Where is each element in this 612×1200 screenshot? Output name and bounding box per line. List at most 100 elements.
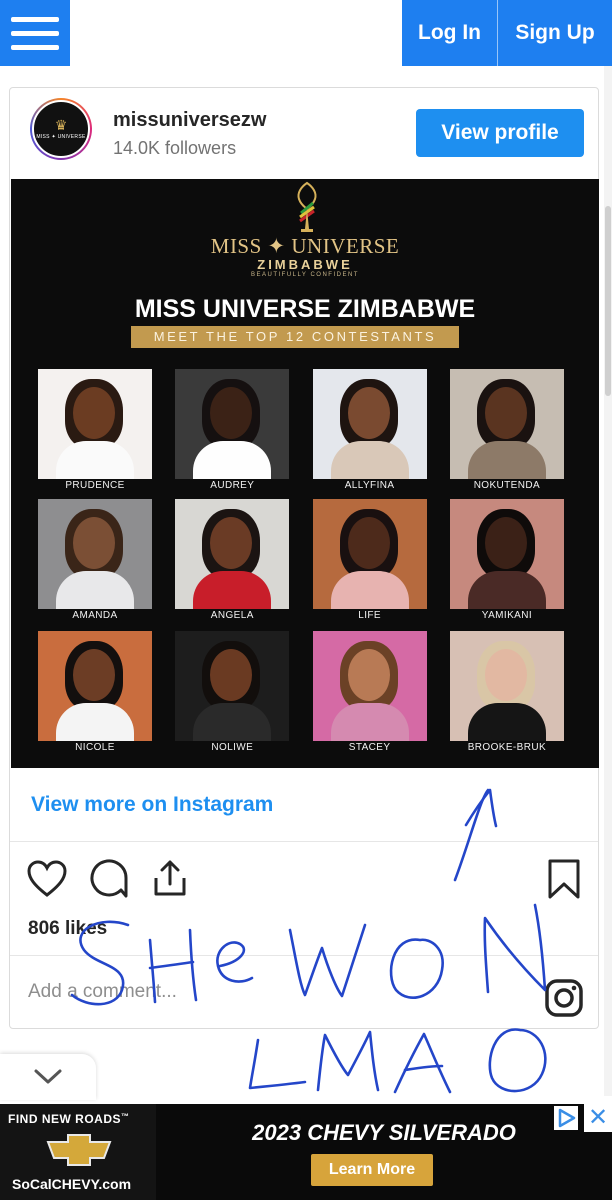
contestant-photo	[312, 499, 427, 609]
ad-brand-panel: FIND NEW ROADS™ SoCalCHEVY.com	[0, 1104, 156, 1200]
logo-tagline: BEAUTIFULLY CONFIDENT	[251, 272, 359, 278]
contestant-photo	[38, 369, 152, 479]
collapse-ad-tab[interactable]	[0, 1054, 96, 1100]
contestant-photo	[449, 369, 564, 479]
photo-body	[330, 441, 409, 479]
avatar-mini-text: MISS ✦ UNIVERSE	[36, 134, 86, 140]
hamburger-line	[11, 30, 59, 36]
contestant-photo	[175, 499, 290, 609]
contestant-card: YAMIKANI	[449, 499, 564, 629]
contestant-card: PRUDENCE	[38, 369, 152, 499]
post-image[interactable]: MISS ✦ UNIVERSE ZIMBABWE BEAUTIFULLY CON…	[11, 179, 599, 768]
page-scrollbar[interactable]	[604, 66, 612, 1096]
login-button[interactable]: Log In	[402, 0, 498, 66]
contestant-photo	[312, 631, 427, 741]
contestant-name: PRUDENCE	[65, 480, 125, 491]
photo-face	[347, 517, 390, 569]
contestant-name: ANGELA	[210, 610, 254, 621]
contestant-card: AMANDA	[38, 499, 152, 629]
signup-button[interactable]: Sign Up	[498, 0, 612, 66]
contestant-photo	[175, 369, 290, 479]
view-profile-button[interactable]: View profile	[416, 109, 584, 157]
contestant-name: AMANDA	[72, 610, 118, 621]
contestant-name: ALLYFINA	[344, 480, 395, 491]
contestant-card: BROOKE-BRUK	[449, 631, 564, 761]
photo-body	[56, 571, 134, 609]
contestant-photo	[38, 499, 152, 609]
photo-body	[330, 703, 409, 741]
photo-face	[484, 387, 527, 439]
contestant-name: LIFE	[358, 610, 381, 621]
ad-banner[interactable]: FIND NEW ROADS™ SoCalCHEVY.com 2023 CHEV…	[0, 1104, 612, 1200]
heart-icon[interactable]	[26, 859, 68, 899]
miss-universe-logo-icon	[297, 181, 317, 232]
profile-username[interactable]: missuniversezw	[113, 109, 266, 132]
hamburger-line	[11, 44, 59, 50]
ad-tagline: FIND NEW ROADS™	[8, 1112, 130, 1126]
chevrolet-bowtie-logo	[46, 1134, 112, 1166]
view-more-link[interactable]: View more on Instagram	[31, 793, 273, 817]
comment-input[interactable]: Add a comment...	[28, 981, 177, 1003]
logo-wordmark: MISS ✦ UNIVERSE	[210, 234, 400, 258]
auth-buttons: Log In Sign Up	[402, 0, 612, 66]
adchoices-icon[interactable]	[554, 1106, 578, 1130]
contestant-card: ANGELA	[175, 499, 290, 629]
contestant-card: NICOLE	[38, 631, 152, 761]
contestant-photo	[38, 631, 152, 741]
contestant-name: NICOLE	[75, 742, 115, 753]
photo-body	[193, 571, 272, 609]
top-bar: Log In Sign Up	[0, 0, 612, 66]
ad-learn-more-button[interactable]: Learn More	[311, 1154, 433, 1186]
share-icon[interactable]	[150, 858, 190, 898]
hamburger-menu-icon	[11, 16, 59, 22]
post-subtitle-banner: MEET THE TOP 12 CONTESTANTS	[131, 326, 459, 348]
contestant-photo	[449, 631, 564, 741]
contestant-card: NOKUTENDA	[449, 369, 564, 499]
instagram-embed: ♛ MISS ✦ UNIVERSE missuniversezw 14.0K f…	[9, 87, 599, 1029]
logo-country: ZIMBABWE	[257, 257, 353, 272]
contestant-card: NOLIWE	[175, 631, 290, 761]
photo-face	[210, 649, 253, 701]
photo-body	[330, 571, 409, 609]
ad-website: SoCalCHEVY.com	[12, 1176, 132, 1192]
hamburger-menu-button[interactable]	[0, 0, 70, 66]
photo-face	[484, 517, 527, 569]
photo-face	[210, 387, 253, 439]
photo-face	[73, 517, 115, 569]
contestant-card: ALLYFINA	[312, 369, 427, 499]
ad-tagline-text: FIND NEW ROADS	[8, 1112, 121, 1126]
ad-close-button[interactable]: ✕	[584, 1104, 612, 1132]
contestant-name: NOLIWE	[211, 742, 254, 753]
divider	[10, 841, 598, 842]
contestant-name: NOKUTENDA	[473, 480, 541, 491]
bookmark-icon[interactable]	[546, 858, 582, 900]
contestant-card: LIFE	[312, 499, 427, 629]
photo-body	[193, 703, 272, 741]
contestant-grid: PRUDENCE AUDREY ALLYFINA NOKUTENDA AMANDA ANG…	[38, 369, 568, 759]
ad-headline: 2023 CHEVY SILVERADO	[252, 1120, 516, 1145]
profile-avatar[interactable]: ♛ MISS ✦ UNIVERSE	[30, 98, 92, 160]
post-title: MISS UNIVERSE ZIMBABWE	[134, 295, 476, 323]
photo-body	[467, 571, 546, 609]
contestant-name: YAMIKANI	[481, 610, 533, 621]
contestant-name: BROOKE-BRUK	[467, 742, 547, 753]
scrollbar-thumb[interactable]	[605, 206, 611, 396]
contestant-name: AUDREY	[210, 480, 255, 491]
divider	[10, 955, 598, 956]
photo-face	[210, 517, 253, 569]
photo-face	[484, 649, 527, 701]
ad-trademark: ™	[121, 1112, 130, 1121]
photo-face	[73, 387, 115, 439]
comment-bubble-icon[interactable]	[88, 858, 130, 900]
follower-count: 14.0K followers	[113, 138, 237, 158]
miss-universe-crown-logo: ♛ MISS ✦ UNIVERSE	[32, 100, 90, 158]
contestant-photo	[175, 631, 290, 741]
photo-face	[73, 649, 115, 701]
contestant-card: STACEY	[312, 631, 427, 761]
photo-face	[347, 649, 390, 701]
instagram-logo-icon[interactable]	[544, 978, 584, 1018]
photo-body	[467, 441, 546, 479]
contestant-name: STACEY	[348, 742, 391, 753]
contestant-photo	[312, 369, 427, 479]
chevron-down-icon	[34, 1069, 62, 1084]
